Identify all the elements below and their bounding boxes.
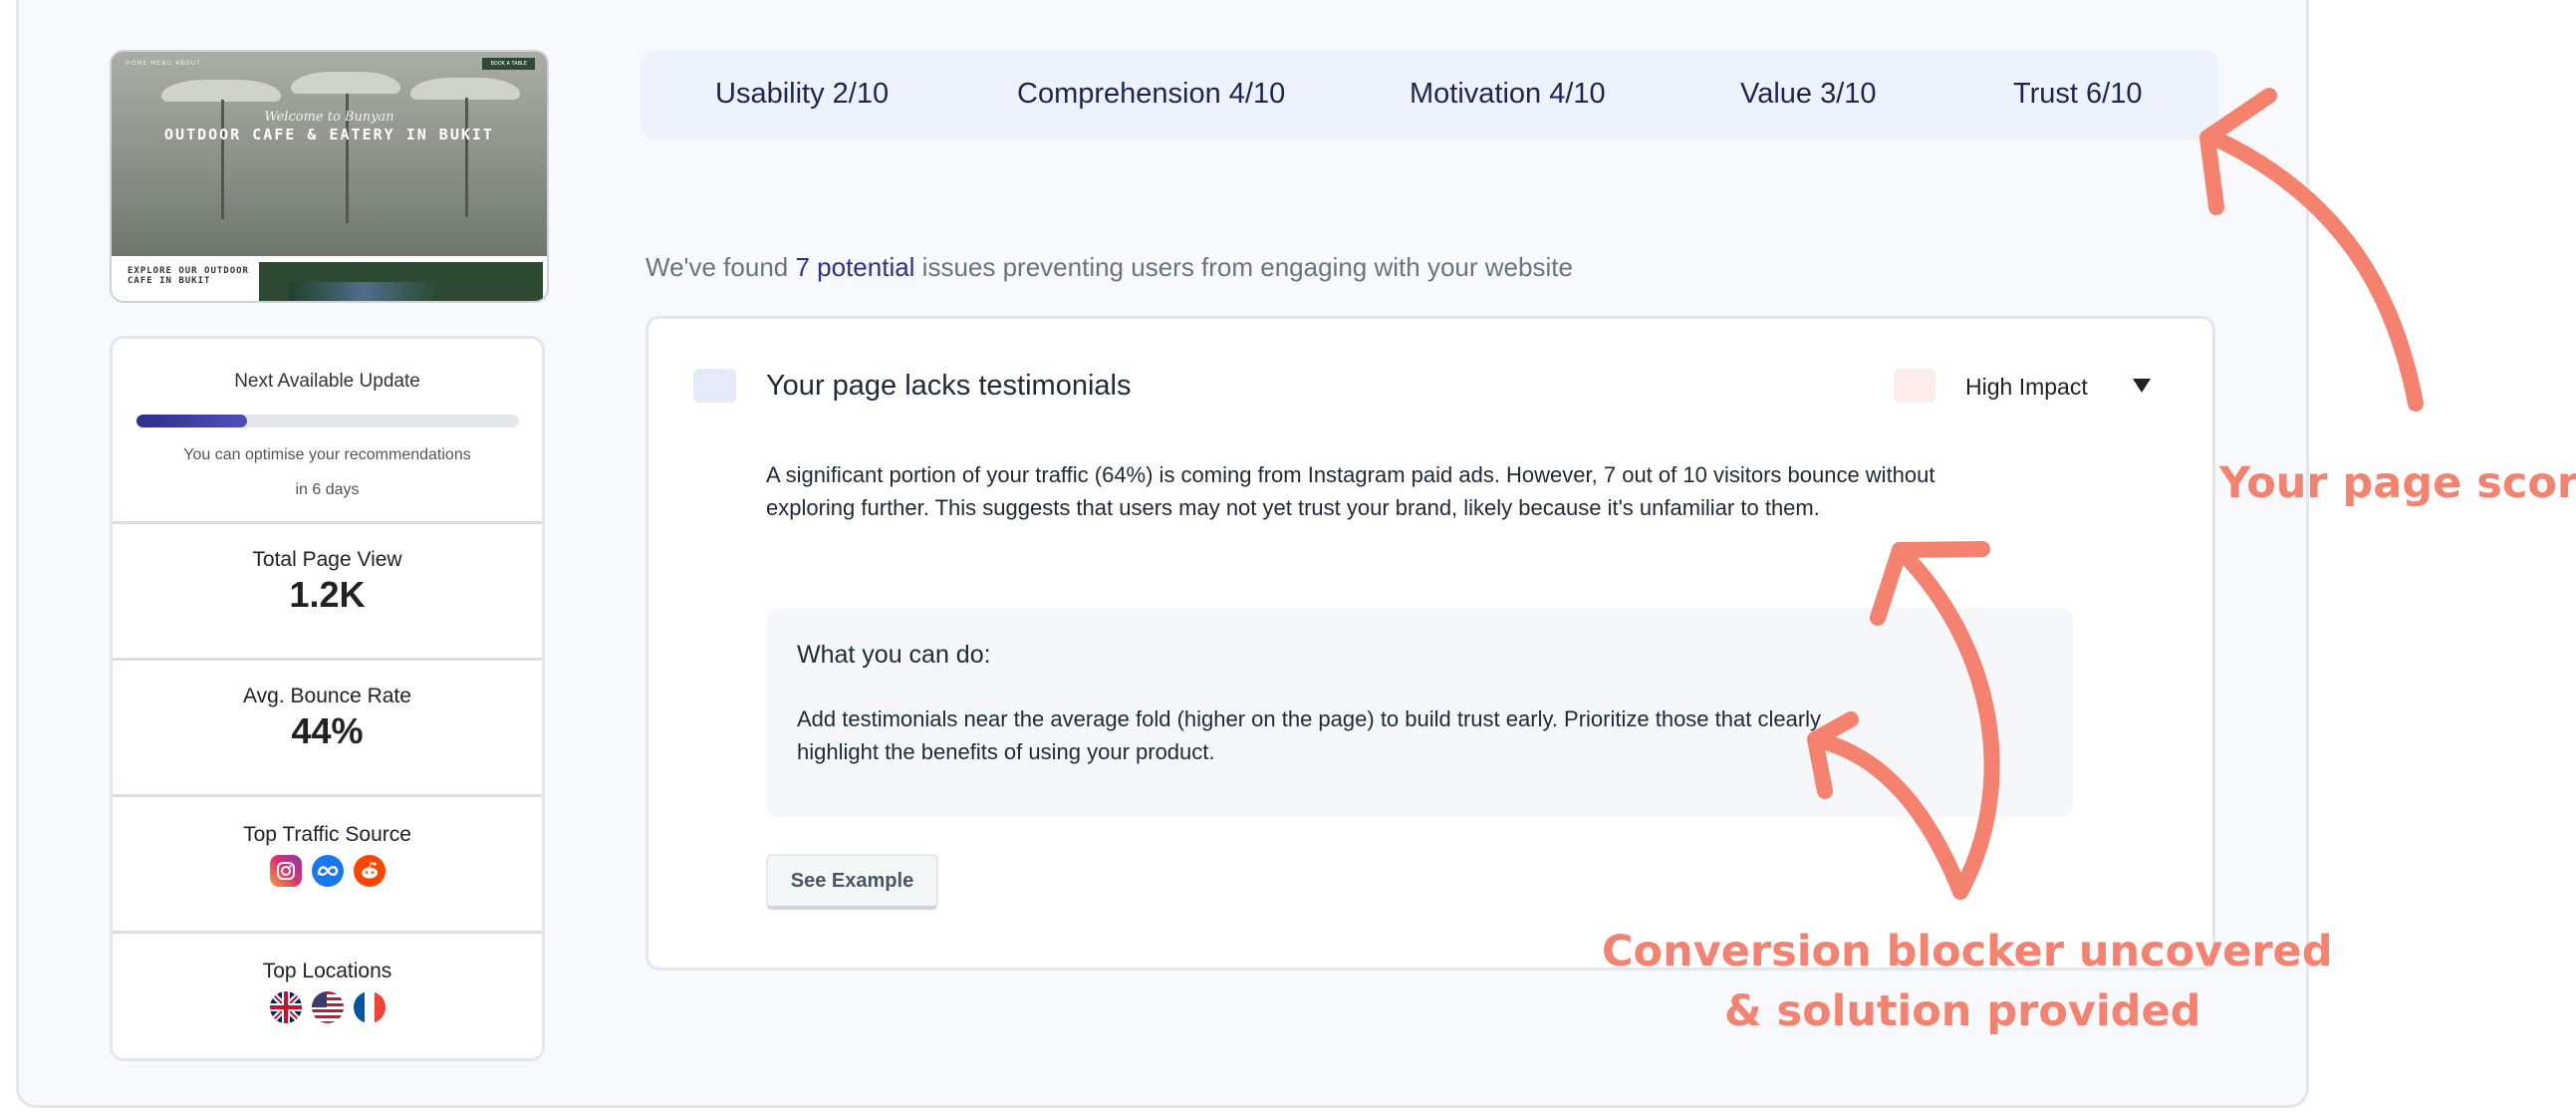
annotation-page-score: Your page score [2219,458,2576,508]
annotation-blocker-line2: & solution provided [1724,986,2201,1036]
score-arrow [2205,130,2424,412]
annotation-blocker-line1: Conversion blocker uncovered [1602,927,2333,976]
blocker-arrow-left [1807,731,1968,900]
blocker-arrow-up [1892,542,2000,900]
